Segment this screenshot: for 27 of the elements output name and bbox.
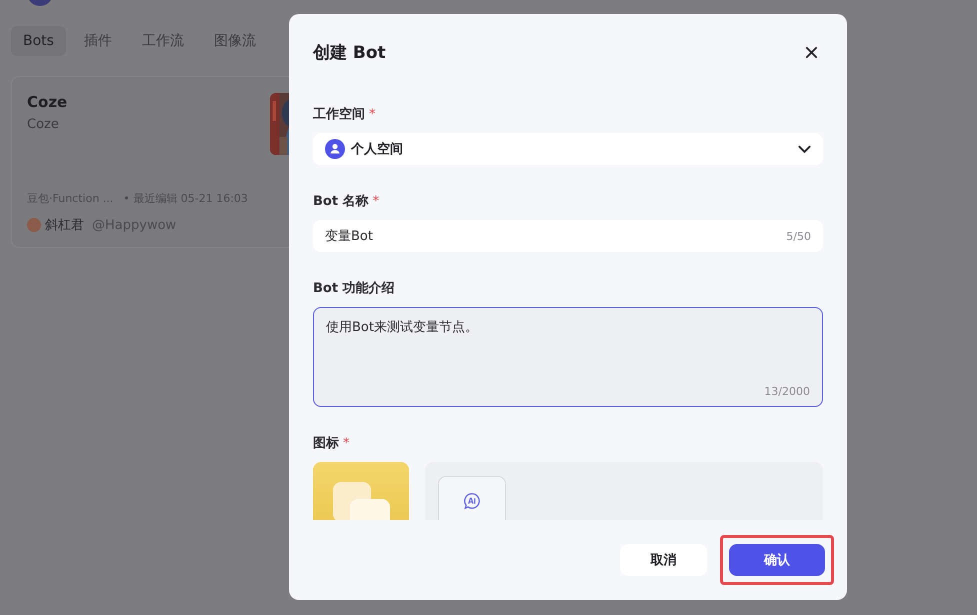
- description-input[interactable]: 使用Bot来测试变量节点。 13/2000: [313, 307, 823, 407]
- name-input[interactable]: 变量Bot 5/50: [313, 220, 823, 252]
- field-label: Bot 功能介绍: [313, 280, 395, 297]
- bot-name: Coze: [27, 93, 68, 111]
- person-icon: [325, 139, 345, 159]
- field-label: 图标: [313, 435, 339, 452]
- tab[interactable]: Bots: [11, 26, 66, 56]
- required-mark: *: [369, 106, 376, 122]
- author-name: 斜杠君: [45, 217, 84, 234]
- field-label: Bot 名称: [313, 193, 369, 210]
- workspace-select[interactable]: 个人空间: [313, 133, 823, 165]
- ai-chat-icon: [463, 492, 481, 510]
- confirm-button[interactable]: 确认: [729, 544, 825, 576]
- cancel-button[interactable]: 取消: [620, 544, 707, 576]
- chevron-down-icon: [798, 144, 811, 154]
- field-label: 工作空间: [313, 106, 365, 123]
- dialog-title: 创建 Bot: [313, 42, 386, 64]
- char-counter: 13/2000: [764, 385, 810, 398]
- select-value: 个人空间: [351, 140, 404, 158]
- input-value: 变量Bot: [325, 228, 373, 245]
- char-counter: 5/50: [786, 230, 811, 242]
- author-avatar-icon: [27, 218, 41, 232]
- required-mark: *: [372, 194, 380, 208]
- input-value: 使用Bot来测试变量节点。: [326, 320, 478, 335]
- bot-description: Coze: [27, 117, 60, 132]
- required-mark: *: [343, 436, 350, 450]
- close-icon[interactable]: [805, 46, 818, 58]
